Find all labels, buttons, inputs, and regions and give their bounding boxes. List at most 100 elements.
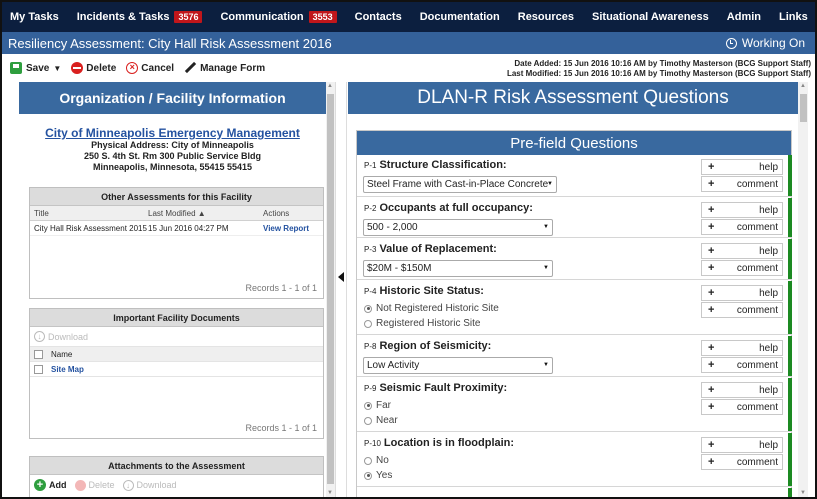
- left-scrollbar-thumb[interactable]: [327, 94, 334, 484]
- address-line-2: Minneapolis, Minnesota, 55415 55415: [92, 162, 253, 172]
- radio-unselected-icon: [364, 456, 372, 465]
- facility-documents-title: Important Facility Documents: [30, 309, 323, 327]
- region-of-seismicity-select[interactable]: Low Activity: [363, 357, 553, 374]
- radio-selected-icon: [364, 401, 372, 410]
- comment-button[interactable]: + comment: [701, 260, 783, 276]
- panel-splitter[interactable]: [335, 82, 347, 497]
- comment-button[interactable]: + comment: [701, 302, 783, 318]
- chevron-down-icon: ▼: [53, 63, 62, 73]
- page-title: Resiliency Assessment: City Hall Risk As…: [8, 35, 332, 51]
- title-bar: Resiliency Assessment: City Hall Risk As…: [2, 32, 815, 54]
- prefield-section: Pre-field Questions P-1 Structure Classif…: [356, 130, 792, 497]
- attachments-title: Attachments to the Assessment: [30, 457, 323, 475]
- pencil-icon: [184, 62, 196, 74]
- attachments-panel: Attachments to the Assessment + Add Delet…: [29, 456, 324, 497]
- list-item: Site Map: [30, 362, 323, 377]
- cancel-icon: ×: [126, 62, 139, 74]
- physical-address-label: Physical Address: City of Minneapolis: [91, 140, 254, 150]
- site-map-link[interactable]: Site Map: [51, 365, 84, 374]
- manage-form-button[interactable]: Manage Form: [184, 62, 265, 74]
- delete-attachment-button[interactable]: Delete: [74, 479, 115, 491]
- comment-button[interactable]: + comment: [701, 219, 783, 235]
- download-icon: ↓: [122, 479, 134, 491]
- add-attachment-button[interactable]: Add: [49, 480, 67, 490]
- radio-selected-icon: [364, 471, 372, 480]
- attachments-toolbar: + Add Delete ↓ Download: [30, 475, 323, 495]
- radio-registered[interactable]: Registered Historic Site: [364, 318, 480, 329]
- help-button[interactable]: + help: [701, 382, 783, 398]
- radio-far[interactable]: Far: [364, 400, 391, 411]
- right-scrollbar[interactable]: ▲ ▼: [798, 82, 808, 497]
- radio-unselected-icon: [364, 416, 372, 425]
- records-count: Records 1 - 1 of 1: [245, 283, 317, 293]
- select-all-checkbox[interactable]: [34, 349, 43, 359]
- add-icon: +: [34, 479, 46, 491]
- nav-communication[interactable]: Communication 3553: [220, 11, 337, 23]
- radio-no[interactable]: No: [364, 455, 389, 466]
- form-toolbar: Save ▼ Delete × Cancel Manage Form Date Ad…: [2, 54, 815, 82]
- assessment-title: City Hall Risk Assessment 2015: [34, 223, 147, 233]
- download-button[interactable]: ↓ Download: [30, 327, 323, 347]
- occupants-select[interactable]: 500 - 2,000: [363, 219, 553, 236]
- scroll-down-icon[interactable]: ▼: [800, 490, 806, 496]
- communication-count-badge: 3553: [308, 11, 337, 23]
- working-on-status[interactable]: Working On: [725, 36, 805, 50]
- help-button[interactable]: + help: [701, 159, 783, 175]
- organization-link[interactable]: City of Minneapolis Emergency Management: [19, 126, 326, 140]
- comment-button[interactable]: + comment: [701, 176, 783, 192]
- collapse-left-icon[interactable]: [338, 272, 344, 282]
- radio-not-registered[interactable]: Not Registered Historic Site: [364, 303, 499, 314]
- assessments-column-headers: Title Last Modified ▲ Actions: [30, 206, 323, 221]
- column-last-modified[interactable]: Last Modified ▲: [148, 209, 206, 218]
- scroll-down-icon[interactable]: ▼: [327, 490, 333, 496]
- facility-info-header: Organization / Facility Information: [19, 82, 326, 114]
- prefield-title: Pre-field Questions: [357, 131, 791, 155]
- radio-yes[interactable]: Yes: [364, 470, 392, 481]
- question-historic-site-status: P-4 Historic Site Status: Not Registered …: [357, 281, 792, 335]
- left-scrollbar[interactable]: ▲ ▼: [326, 82, 335, 497]
- nav-situational-awareness[interactable]: Situational Awareness: [592, 11, 709, 23]
- address-line-1: 250 S. 4th St. Rm 300 Public Service Bld…: [83, 151, 262, 161]
- structure-classification-select[interactable]: Steel Frame with Cast-in-Place Concrete: [363, 176, 557, 193]
- right-scrollbar-thumb[interactable]: [800, 94, 807, 122]
- cancel-button[interactable]: × Cancel: [126, 62, 174, 74]
- record-metadata: Date Added: 15 Jun 2016 10:16 AM by Timo…: [507, 59, 811, 79]
- records-count: Records 1 - 1 of 1: [245, 423, 317, 433]
- nav-resources[interactable]: Resources: [518, 11, 574, 23]
- column-actions: Actions: [263, 208, 290, 218]
- nav-my-tasks[interactable]: My Tasks: [10, 11, 59, 23]
- question-floodplain: P-10 Location is in floodplain: No Yes + h…: [357, 433, 792, 487]
- nav-links[interactable]: Links: [779, 11, 808, 23]
- top-nav: My Tasks Incidents & Tasks 3576 Communica…: [2, 2, 815, 32]
- radio-near[interactable]: Near: [364, 415, 398, 426]
- comment-button[interactable]: + comment: [701, 454, 783, 470]
- save-button[interactable]: Save ▼: [10, 62, 61, 74]
- help-button[interactable]: + help: [701, 243, 783, 259]
- nav-incidents-tasks[interactable]: Incidents & Tasks 3576: [77, 11, 203, 23]
- last-modified: Last Modified: 15 Jun 2016 10:16 AM by T…: [506, 69, 811, 78]
- column-title[interactable]: Title: [34, 209, 49, 218]
- risk-questions-header: DLAN-R Risk Assessment Questions: [348, 82, 798, 114]
- download-attachment-button[interactable]: ↓ Download: [122, 479, 177, 491]
- help-button[interactable]: + help: [701, 285, 783, 301]
- question-value-of-replacement: P-3Value of Replacement: $20M - $150M +h…: [357, 239, 792, 280]
- delete-button[interactable]: Delete: [71, 62, 116, 74]
- question-structure-classification: P-1 Structure Classification: Steel Frame…: [357, 155, 792, 197]
- help-button[interactable]: + help: [701, 340, 783, 356]
- scroll-up-icon[interactable]: ▲: [800, 83, 806, 89]
- row-checkbox[interactable]: [34, 364, 43, 374]
- value-of-replacement-select[interactable]: $20M - $150M: [363, 260, 553, 277]
- nav-contacts[interactable]: Contacts: [355, 11, 402, 23]
- help-button[interactable]: + help: [701, 202, 783, 218]
- scroll-up-icon[interactable]: ▲: [327, 83, 333, 89]
- nav-documentation[interactable]: Documentation: [420, 11, 500, 23]
- comment-button[interactable]: + comment: [701, 399, 783, 415]
- help-button[interactable]: + help: [701, 437, 783, 453]
- view-report-link[interactable]: View Report: [263, 224, 309, 233]
- comment-button[interactable]: + comment: [701, 357, 783, 373]
- documents-column-header: Name: [30, 347, 323, 362]
- nav-admin[interactable]: Admin: [727, 11, 761, 23]
- delete-icon: [71, 62, 84, 74]
- clock-icon: [725, 37, 737, 49]
- question-next-row: [357, 488, 792, 497]
